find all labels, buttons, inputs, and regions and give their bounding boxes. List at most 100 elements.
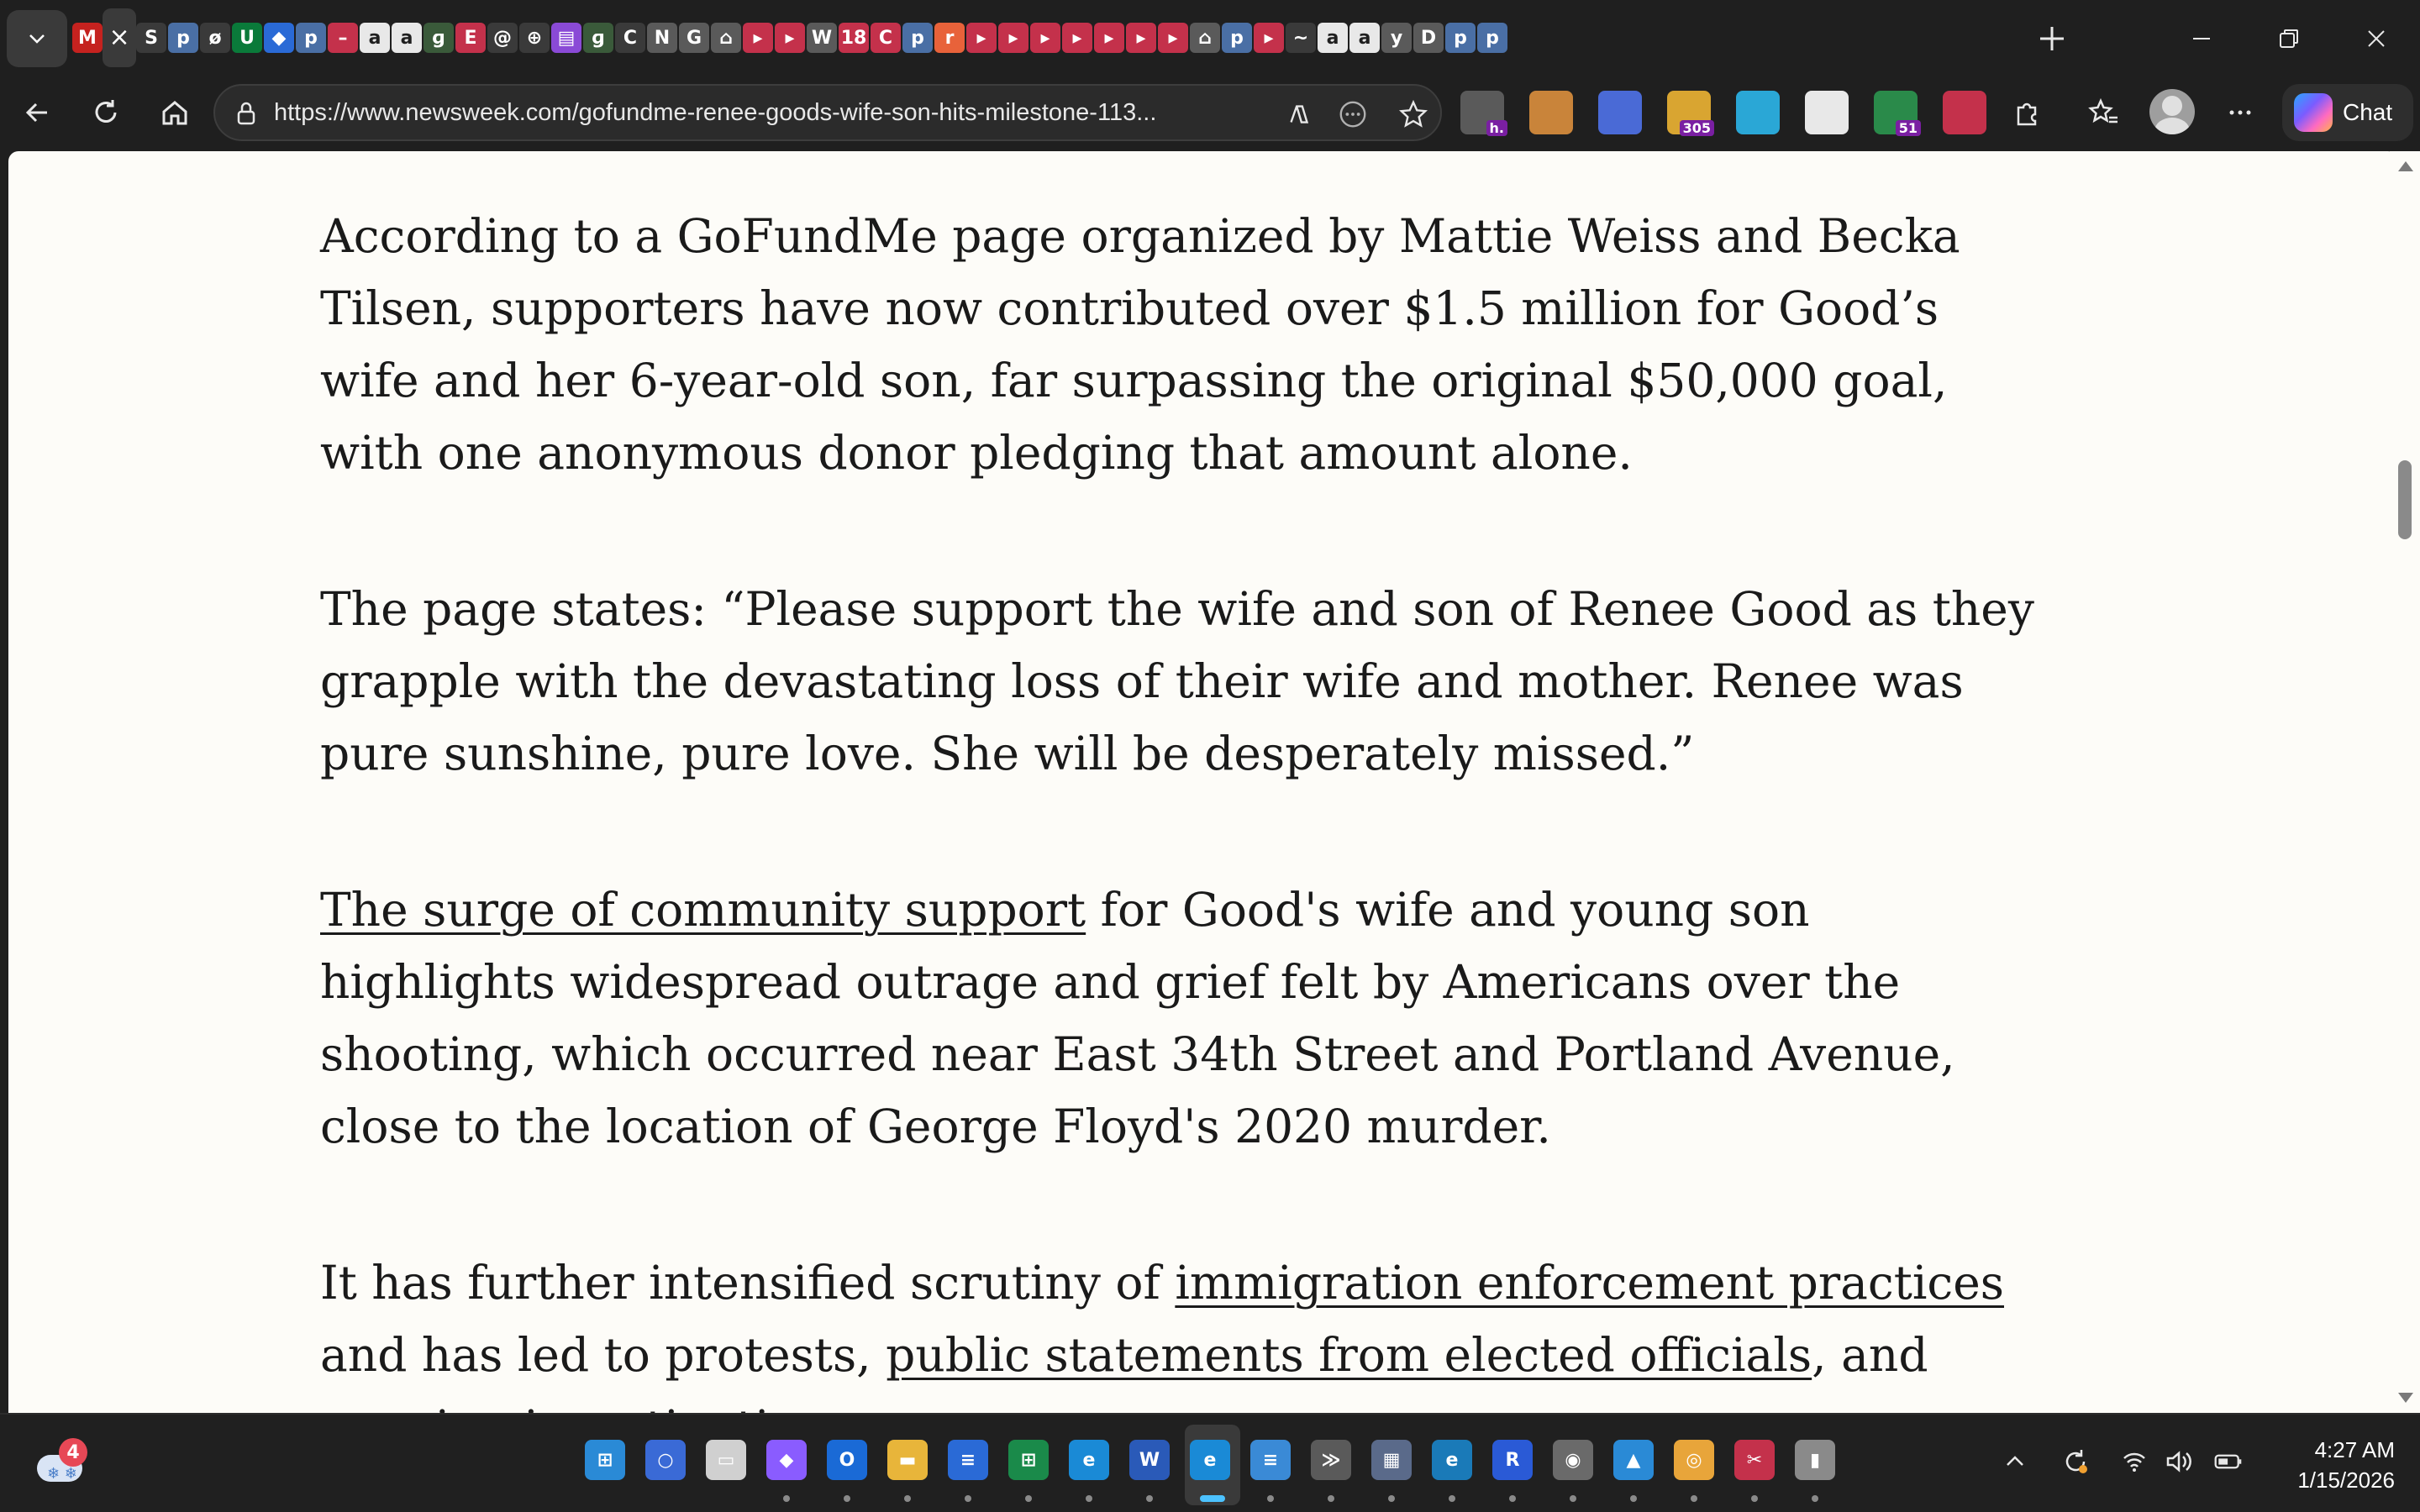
outlook-app[interactable]: O [827,1440,867,1480]
tab-favicon-tab-yt8[interactable]: ▸ [1126,23,1156,53]
tab-favicon-tab-blue[interactable]: ◆ [264,23,294,53]
elected-officials-link[interactable]: public statements from elected officials [886,1328,1812,1382]
tab-favicon-tab-y[interactable]: y [1381,23,1412,53]
start-button[interactable]: ⊞ [585,1440,625,1480]
sync-tray-icon[interactable] [2059,1445,2092,1478]
tab-favicon-tab-yt2[interactable]: ▸ [775,23,805,53]
favorites-button[interactable] [2079,87,2129,138]
refresh-button[interactable] [81,87,131,138]
camera-app[interactable]: ◉ [1553,1440,1593,1480]
sheets-app[interactable]: ⊞ [1008,1440,1049,1480]
search-button[interactable]: ○ [645,1440,686,1480]
tab-favicon-tab-reddit[interactable]: r [934,23,965,53]
tab-favicon-tab-cnn[interactable]: C [871,23,901,53]
photos-app[interactable]: ▲ [1613,1440,1654,1480]
favorite-star-icon[interactable] [1397,97,1430,131]
tab-favicon-tab-yt6[interactable]: ▸ [1062,23,1092,53]
globe-extension-icon[interactable] [1529,91,1573,134]
url-text[interactable]: https://www.newsweek.com/gofundme-renee-… [274,86,1223,139]
tab-favicon-tab-o[interactable]: ø [200,23,230,53]
tab-favicon-tab-globe[interactable]: ⊕ [519,23,550,53]
docs-app[interactable]: ≡ [948,1440,988,1480]
tab-favicon-tab-yt3[interactable]: ▸ [966,23,997,53]
tab-favicon-tab-dash[interactable]: – [328,23,358,53]
tab-favicon-tab-museum[interactable]: ⌂ [711,23,741,53]
tab-favicon-tab-g2[interactable]: ɡ [583,23,613,53]
tab-actions-menu-button[interactable] [7,10,67,67]
battery-icon[interactable] [2212,1445,2245,1478]
tab-favicon-tab-yt[interactable]: ▸ [743,23,773,53]
chrome-app[interactable]: ◎ [1674,1440,1714,1480]
task-view-button[interactable]: ▭ [706,1440,746,1480]
tab-favicon-tab-w[interactable]: W [807,23,837,53]
tab-favicon-tab-s[interactable]: S [136,23,166,53]
scroll-up-arrow-icon[interactable] [2398,161,2413,171]
tab-close-icon[interactable]: × [108,22,129,52]
tab-favicon-tab-p6[interactable]: p [1477,23,1507,53]
save-extension-icon[interactable] [1736,91,1780,134]
tab-favicon-tab-yt9[interactable]: ▸ [1158,23,1188,53]
tab-favicon-tab-uber[interactable]: U [232,23,262,53]
tab-favicon-tab-g[interactable]: ɡ [424,23,454,53]
tab-favicon-tab-swirl[interactable]: @ [487,23,518,53]
vertical-scrollbar[interactable] [2390,151,2420,1413]
address-bar[interactable]: https://www.newsweek.com/gofundme-renee-… [213,84,1442,141]
tab-favicon-tab-museum2[interactable]: ⌂ [1190,23,1220,53]
more-page-actions-icon[interactable] [1336,97,1370,131]
extensions-button[interactable] [2002,87,2052,138]
tab-favicon-tab-nyt[interactable]: N [647,23,677,53]
system-clock[interactable]: 4:27 AM 1/15/2026 [2269,1435,2395,1495]
copilot-chat-button[interactable]: Chat [2282,84,2413,141]
wifi-icon[interactable] [2118,1445,2151,1478]
file-explorer-app[interactable]: ▬ [887,1440,928,1480]
tab-favicon-tab-c[interactable]: C [615,23,645,53]
new-tab-button[interactable] [2030,17,2074,60]
folder-extension-icon[interactable]: 305 [1667,91,1714,136]
scrollbar-thumb[interactable] [2398,460,2412,539]
green-extension-icon[interactable]: 51 [1874,91,1921,136]
terminal-app[interactable]: ≫ [1311,1440,1351,1480]
copilot-app[interactable]: ◆ [766,1440,807,1480]
tab-favicon-tab-p2[interactable]: p [296,23,326,53]
close-window-button[interactable] [2333,12,2420,66]
tab-favicon-tab-p[interactable]: p [168,23,198,53]
tab-favicon-tab-yt7[interactable]: ▸ [1094,23,1124,53]
tab-favicon-tab-d[interactable]: D [1413,23,1444,53]
tab-favicon-tab-p3[interactable]: p [902,23,933,53]
qr-extension-icon[interactable] [1805,91,1849,134]
tab-favicon-tab-p5[interactable]: p [1445,23,1476,53]
profile-avatar[interactable] [2149,89,2195,134]
minimize-button[interactable] [2158,12,2245,66]
word-app[interactable]: W [1129,1440,1170,1480]
tab-favicon-tab-yt5[interactable]: ▸ [1030,23,1060,53]
volume-icon[interactable] [2161,1445,2195,1478]
back-button[interactable] [12,87,62,138]
edge-active-app[interactable]: e [1190,1440,1230,1480]
shield-extension-icon[interactable] [1598,91,1642,134]
tab-favicon-tab-a2[interactable]: a [392,23,422,53]
snipping-app[interactable]: ✂ [1734,1440,1775,1480]
usb-app[interactable]: ▮ [1795,1440,1835,1480]
tab-favicon-tab-yt4[interactable]: ▸ [998,23,1028,53]
tab-favicon-tab-google[interactable]: G [679,23,709,53]
tab-favicon-tab-p4[interactable]: p [1222,23,1252,53]
edge-beta-app[interactable]: e [1432,1440,1472,1480]
edge-app[interactable]: e [1069,1440,1109,1480]
community-support-link[interactable]: The surge of community support [320,883,1086,937]
tab-favicon-tab-18[interactable]: 18 [839,23,869,53]
tab-favicon-tab-yt10[interactable]: ▸ [1254,23,1284,53]
tab-favicon-tab-a3[interactable]: a [1318,23,1348,53]
restore-button[interactable] [2245,12,2333,66]
scroll-down-arrow-icon[interactable] [2398,1393,2413,1403]
red-extension-icon[interactable] [1943,91,1986,134]
tab-favicon-tab-wave[interactable]: ~ [1286,23,1316,53]
r-app[interactable]: R [1492,1440,1533,1480]
tab-favicon-tab-rainbow[interactable]: ▤ [551,23,581,53]
notepad-app[interactable]: ≡ [1250,1440,1291,1480]
show-hidden-icons-button[interactable] [1998,1445,2032,1478]
immigration-enforcement-link[interactable]: immigration enforcement practices [1175,1256,2004,1310]
tab-favicon-gmail[interactable]: M [72,23,103,53]
copilot-page-icon[interactable] [1282,97,1316,131]
tab-favicon-tab-amazon[interactable]: a [360,23,390,53]
home-button[interactable] [150,87,200,138]
